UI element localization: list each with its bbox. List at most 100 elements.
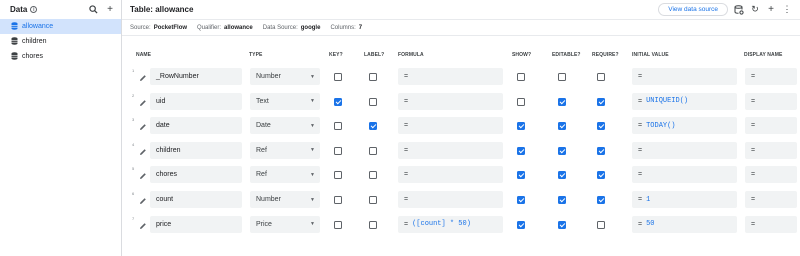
- show-checkbox[interactable]: [517, 146, 525, 155]
- column-name-field[interactable]: price: [150, 215, 242, 233]
- sidebar-item-chores[interactable]: chores: [0, 49, 121, 64]
- column-type-select[interactable]: Ref ▼: [250, 166, 320, 184]
- key-checkbox[interactable]: [334, 171, 342, 180]
- label-checkbox[interactable]: [369, 171, 377, 180]
- column-name-field[interactable]: uid: [150, 92, 242, 110]
- formula-field[interactable]: =: [398, 191, 503, 208]
- equals-sign: =: [751, 122, 756, 130]
- show-checkbox[interactable]: [517, 122, 525, 131]
- equals-sign: =: [638, 196, 643, 203]
- require-checkbox[interactable]: [597, 220, 605, 229]
- sidebar-item-allowance[interactable]: allowance: [0, 19, 121, 34]
- editable-checkbox[interactable]: [558, 73, 566, 81]
- formula-field[interactable]: =: [398, 117, 503, 135]
- key-checkbox[interactable]: [334, 97, 342, 106]
- editable-checkbox[interactable]: [558, 220, 566, 229]
- show-checkbox[interactable]: [517, 73, 525, 81]
- initial-value-field[interactable]: = UNIQUEID(): [632, 92, 737, 110]
- editable-checkbox[interactable]: [558, 146, 566, 155]
- editable-checkbox[interactable]: [558, 122, 566, 131]
- display-name-field[interactable]: =: [745, 117, 797, 135]
- editable-checkbox[interactable]: [558, 196, 566, 204]
- add-icon[interactable]: +: [766, 4, 776, 15]
- info-icon[interactable]: i: [30, 6, 38, 13]
- initial-value-field[interactable]: =: [632, 166, 737, 184]
- column-name-field[interactable]: _RowNumber: [150, 68, 242, 85]
- column-name-field[interactable]: chores: [150, 166, 242, 184]
- formula-field[interactable]: =: [398, 141, 503, 159]
- display-name-field[interactable]: =: [745, 141, 797, 159]
- display-name-field[interactable]: =: [745, 92, 797, 110]
- search-icon[interactable]: [88, 5, 98, 15]
- require-checkbox[interactable]: [597, 196, 605, 204]
- column-name-field[interactable]: children: [150, 141, 242, 159]
- key-checkbox[interactable]: [334, 146, 342, 155]
- initial-value-field[interactable]: = TODAY(): [632, 117, 737, 135]
- initial-value-field[interactable]: =: [632, 141, 737, 159]
- chevron-down-icon: ▼: [310, 73, 315, 80]
- label-checkbox[interactable]: [369, 122, 377, 131]
- more-options-icon[interactable]: ⋮: [782, 4, 792, 15]
- editable-checkbox[interactable]: [558, 97, 566, 106]
- formula-field[interactable]: =: [398, 68, 503, 85]
- equals-sign: =: [751, 73, 756, 80]
- column-type-select[interactable]: Number ▼: [250, 191, 320, 208]
- edit-pencil-icon[interactable]: [139, 99, 147, 107]
- sidebar-item-label: chores: [22, 53, 44, 60]
- column-type-select[interactable]: Number ▼: [250, 68, 320, 85]
- show-checkbox[interactable]: [517, 196, 525, 204]
- edit-pencil-icon[interactable]: [139, 123, 147, 131]
- label-checkbox[interactable]: [369, 97, 377, 106]
- display-name-field[interactable]: =: [745, 191, 797, 208]
- table-settings-icon[interactable]: [734, 4, 744, 15]
- edit-pencil-icon[interactable]: [139, 148, 147, 156]
- edit-pencil-icon[interactable]: [139, 172, 147, 180]
- add-table-button[interactable]: +: [105, 4, 115, 15]
- require-checkbox[interactable]: [597, 146, 605, 155]
- column-name-field[interactable]: count: [150, 191, 242, 208]
- view-data-source-button[interactable]: View data source: [658, 3, 728, 16]
- display-name-field[interactable]: =: [745, 215, 797, 233]
- show-checkbox[interactable]: [517, 171, 525, 180]
- display-name-field[interactable]: =: [745, 68, 797, 85]
- formula-field[interactable]: = ([count] * 50): [398, 215, 503, 233]
- column-type-select[interactable]: Ref ▼: [250, 141, 320, 159]
- table-row: 7 price Price ▼ = ([count] * 50) = 50 =: [122, 215, 800, 239]
- column-type-select[interactable]: Text ▼: [250, 92, 320, 110]
- column-type-select[interactable]: Price ▼: [250, 215, 320, 233]
- display-name-field[interactable]: =: [745, 166, 797, 184]
- column-type-select[interactable]: Date ▼: [250, 117, 320, 135]
- key-checkbox[interactable]: [334, 220, 342, 229]
- sidebar-item-children[interactable]: children: [0, 34, 121, 49]
- equals-sign: =: [404, 171, 409, 179]
- key-checkbox[interactable]: [334, 122, 342, 131]
- key-checkbox[interactable]: [334, 196, 342, 204]
- initial-value: 1: [646, 195, 651, 204]
- require-checkbox[interactable]: [597, 171, 605, 180]
- refresh-icon[interactable]: ↻: [750, 4, 760, 15]
- key-checkbox[interactable]: [334, 73, 342, 81]
- database-icon: [11, 36, 18, 47]
- label-checkbox[interactable]: [369, 146, 377, 155]
- equals-sign: =: [404, 220, 409, 228]
- chevron-down-icon: ▼: [310, 147, 315, 154]
- label-checkbox[interactable]: [369, 73, 377, 81]
- formula-field[interactable]: =: [398, 92, 503, 110]
- show-checkbox[interactable]: [517, 220, 525, 229]
- editable-checkbox[interactable]: [558, 171, 566, 180]
- edit-pencil-icon[interactable]: [139, 74, 147, 82]
- sidebar-item-label: allowance: [22, 23, 54, 30]
- initial-value-field[interactable]: = 50: [632, 215, 737, 233]
- require-checkbox[interactable]: [597, 73, 605, 81]
- edit-pencil-icon[interactable]: [139, 197, 147, 205]
- column-name-field[interactable]: date: [150, 117, 242, 135]
- initial-value-field[interactable]: =: [632, 68, 737, 85]
- edit-pencil-icon[interactable]: [139, 222, 147, 230]
- initial-value-field[interactable]: = 1: [632, 191, 737, 208]
- require-checkbox[interactable]: [597, 122, 605, 131]
- formula-field[interactable]: =: [398, 166, 503, 184]
- require-checkbox[interactable]: [597, 97, 605, 106]
- label-checkbox[interactable]: [369, 220, 377, 229]
- label-checkbox[interactable]: [369, 196, 377, 204]
- show-checkbox[interactable]: [517, 97, 525, 106]
